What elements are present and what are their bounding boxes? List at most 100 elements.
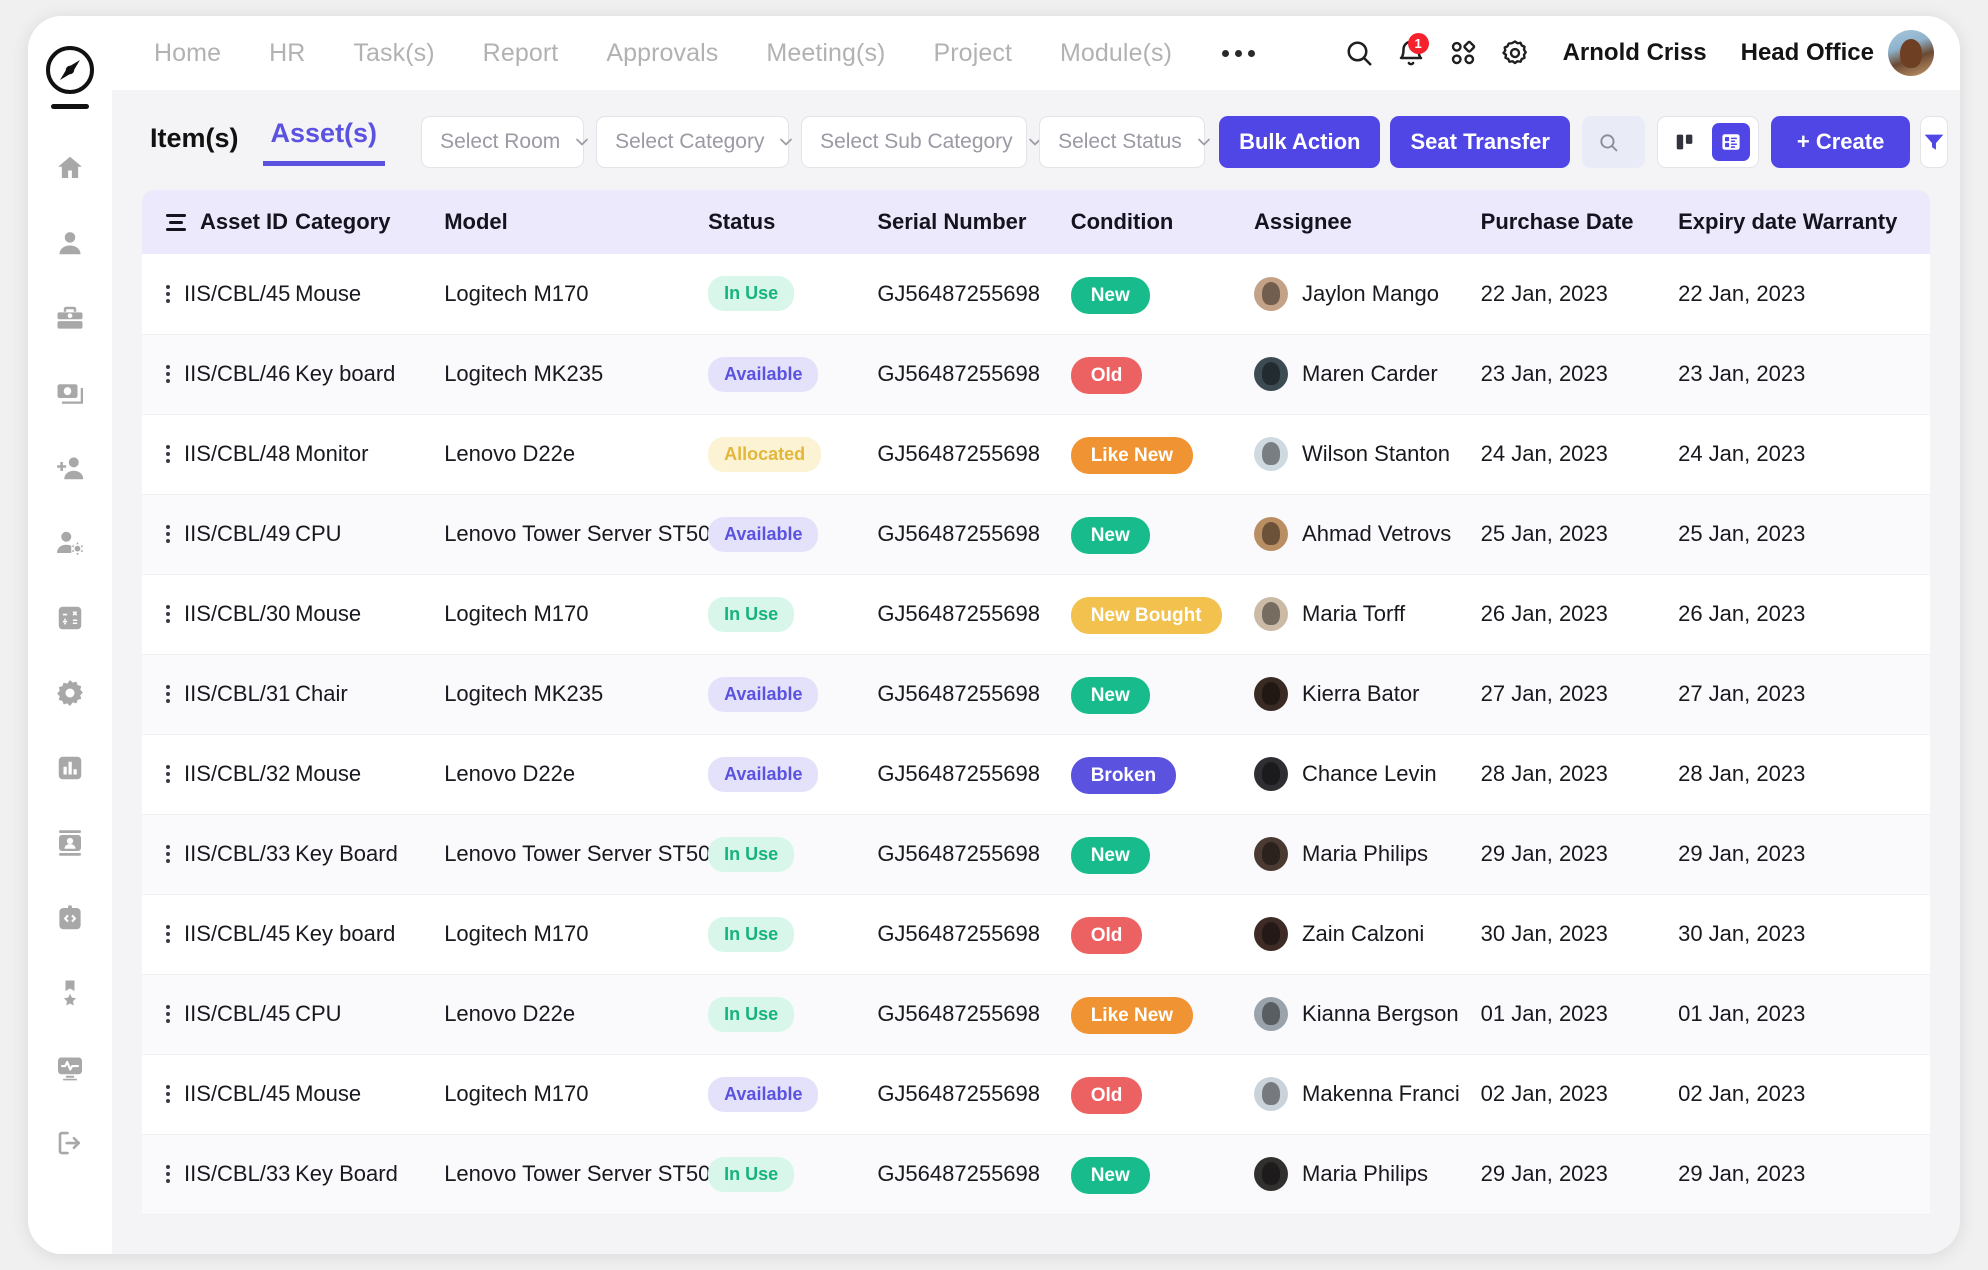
cell-asset-id: IIS/CBL/45 bbox=[142, 254, 295, 334]
row-drag-handle-icon[interactable] bbox=[166, 525, 170, 543]
column-header-assignee[interactable]: Assignee bbox=[1254, 190, 1481, 254]
nav-item-modules[interactable]: Module(s) bbox=[1036, 39, 1196, 68]
table-row[interactable]: IIS/CBL/33 Key Board Lenovo Tower Server S… bbox=[142, 814, 1930, 894]
avatar[interactable] bbox=[1888, 30, 1934, 76]
row-drag-handle-icon[interactable] bbox=[166, 1005, 170, 1023]
table-row[interactable]: IIS/CBL/45 Mouse Logitech M170 In Use GJ5648… bbox=[142, 254, 1930, 334]
serial-value: GJ56487255698 bbox=[877, 841, 1041, 866]
select-status[interactable]: Select Status bbox=[1039, 116, 1210, 168]
row-drag-handle-icon[interactable] bbox=[166, 445, 170, 463]
model-value: Logitech M170 bbox=[444, 601, 589, 626]
cell-asset-id: IIS/CBL/48 bbox=[142, 414, 295, 494]
row-drag-handle-icon[interactable] bbox=[166, 284, 170, 303]
nav-item-hr[interactable]: HR bbox=[245, 39, 329, 68]
cell-purchase-date: 30 Jan, 2023 bbox=[1481, 894, 1678, 974]
sidebar-item-reports[interactable] bbox=[45, 743, 95, 793]
table-row[interactable]: IIS/CBL/45 Mouse Logitech M170 Available GJ5… bbox=[142, 1054, 1930, 1134]
sidebar-item-user-settings[interactable] bbox=[45, 518, 95, 568]
apps-grid-icon[interactable] bbox=[1437, 27, 1489, 79]
search-icon[interactable] bbox=[1333, 27, 1385, 79]
column-header-purchase[interactable]: Purchase Date bbox=[1480, 190, 1679, 254]
row-drag-handle-icon[interactable] bbox=[166, 845, 170, 863]
row-drag-handle-icon[interactable] bbox=[166, 685, 170, 703]
nav-item-project[interactable]: Project bbox=[909, 39, 1036, 68]
row-drag-handle-icon[interactable] bbox=[166, 925, 170, 943]
bulk-action-button[interactable]: Bulk Action bbox=[1219, 116, 1381, 168]
sidebar-item-awards[interactable] bbox=[45, 968, 95, 1018]
list-view-icon[interactable] bbox=[1711, 123, 1750, 161]
tab-assets[interactable]: Asset(s) bbox=[262, 118, 386, 166]
create-button[interactable]: + Create bbox=[1770, 116, 1911, 168]
table-row[interactable]: IIS/CBL/48 Monitor Lenovo D22e Allocated GJ5… bbox=[142, 414, 1930, 494]
select-category[interactable]: Select Category bbox=[596, 116, 793, 168]
row-drag-handle-icon[interactable] bbox=[166, 765, 170, 783]
serial-value: GJ56487255698 bbox=[877, 601, 1041, 626]
sidebar-item-contacts[interactable] bbox=[45, 818, 95, 868]
nav-item-tasks[interactable]: Task(s) bbox=[329, 39, 458, 68]
column-header-asset-id[interactable]: Asset ID bbox=[142, 190, 296, 254]
board-view-icon[interactable] bbox=[1666, 123, 1704, 161]
table-row[interactable]: IIS/CBL/46 Key board Logitech MK235 Availab… bbox=[142, 334, 1930, 414]
cell-assignee: Jaylon Mango bbox=[1254, 254, 1481, 334]
sidebar-item-settings[interactable] bbox=[45, 668, 95, 718]
cell-asset-id: IIS/CBL/45 bbox=[142, 1054, 295, 1134]
sidebar-item-accounts[interactable] bbox=[45, 593, 95, 643]
current-user-name[interactable]: Arnold Criss bbox=[1563, 39, 1707, 67]
table-row[interactable]: IIS/CBL/32 Mouse Lenovo D22e Available GJ564… bbox=[142, 734, 1930, 814]
column-header-condition[interactable]: Condition bbox=[1070, 190, 1255, 254]
table-row[interactable]: IIS/CBL/31 Chair Logitech MK235 Available GJ… bbox=[142, 654, 1930, 734]
column-header-status[interactable]: Status bbox=[708, 190, 878, 254]
serial-value: GJ56487255698 bbox=[877, 1161, 1041, 1186]
table-row[interactable]: IIS/CBL/33 Key Board Lenovo Tower Server S… bbox=[142, 1134, 1930, 1214]
nav-item-approvals[interactable]: Approvals bbox=[582, 39, 742, 68]
select-sub-category[interactable]: Select Sub Category bbox=[801, 116, 1041, 168]
compass-logo-icon[interactable] bbox=[42, 42, 98, 98]
sidebar-item-monitoring[interactable] bbox=[45, 1043, 95, 1093]
sidebar-item-home[interactable] bbox=[45, 143, 95, 193]
assignee-avatar bbox=[1254, 276, 1289, 311]
table-row[interactable]: IIS/CBL/45 Key board Logitech M170 In Use GJ… bbox=[142, 894, 1930, 974]
select-room[interactable]: Select Room bbox=[421, 116, 589, 168]
expiry-date-value: 26 Jan, 2023 bbox=[1678, 601, 1806, 626]
cell-model: Logitech M170 bbox=[444, 254, 708, 334]
row-drag-handle-icon[interactable] bbox=[166, 1085, 170, 1103]
category-value: Mouse bbox=[295, 280, 362, 306]
status-badge: Available bbox=[708, 356, 819, 392]
sidebar-item-jobs[interactable] bbox=[45, 293, 95, 343]
column-menu-icon[interactable] bbox=[166, 213, 186, 231]
nav-item-report[interactable]: Report bbox=[459, 39, 583, 68]
column-header-category[interactable]: Category bbox=[295, 190, 445, 254]
column-header-model[interactable]: Model bbox=[444, 190, 709, 254]
column-header-serial[interactable]: Serial Number bbox=[877, 190, 1071, 254]
row-drag-handle-icon[interactable] bbox=[166, 1165, 170, 1183]
status-badge: Available bbox=[708, 1076, 819, 1112]
seat-transfer-button[interactable]: Seat Transfer bbox=[1390, 116, 1570, 168]
cell-category: Mouse bbox=[295, 254, 444, 334]
cell-serial: GJ56487255698 bbox=[877, 894, 1070, 974]
table-row[interactable]: IIS/CBL/45 CPU Lenovo D22e In Use GJ56487255… bbox=[142, 974, 1930, 1054]
sidebar-item-developer[interactable] bbox=[45, 893, 95, 943]
table-row[interactable]: IIS/CBL/30 Mouse Logitech M170 In Use GJ5648… bbox=[142, 574, 1930, 654]
nav-item-home[interactable]: Home bbox=[130, 39, 245, 68]
row-drag-handle-icon[interactable] bbox=[166, 605, 170, 623]
cell-expiry-date: 22 Jan, 2023 bbox=[1678, 254, 1930, 334]
sidebar-item-add-user[interactable] bbox=[45, 443, 95, 493]
sidebar-item-profile[interactable] bbox=[45, 218, 95, 268]
notification-bell-icon[interactable]: 1 bbox=[1385, 27, 1437, 79]
row-drag-handle-icon[interactable] bbox=[166, 365, 170, 383]
category-value: Chair bbox=[295, 681, 348, 706]
column-header-expiry[interactable]: Expiry date Warranty bbox=[1678, 190, 1930, 254]
nav-overflow-icon[interactable] bbox=[1196, 49, 1281, 57]
app-window: Home HR Task(s) Report Approvals Meeting… bbox=[28, 16, 1960, 1254]
sidebar-item-payroll[interactable] bbox=[45, 368, 95, 418]
assignee-avatar bbox=[1254, 757, 1289, 791]
table-row[interactable]: IIS/CBL/49 CPU Lenovo Tower Server ST50 Ava… bbox=[142, 494, 1930, 574]
nav-item-meetings[interactable]: Meeting(s) bbox=[742, 39, 909, 68]
office-selector[interactable]: Head Office bbox=[1741, 39, 1874, 67]
filter-button[interactable] bbox=[1920, 116, 1949, 168]
sidebar-item-logout[interactable] bbox=[45, 1118, 95, 1168]
gear-icon[interactable] bbox=[1489, 27, 1541, 79]
assets-table: Asset ID Category Model Status Serial Nu… bbox=[142, 190, 1930, 1215]
tab-items[interactable]: Item(s) bbox=[142, 123, 247, 166]
search-box[interactable] bbox=[1581, 116, 1645, 168]
